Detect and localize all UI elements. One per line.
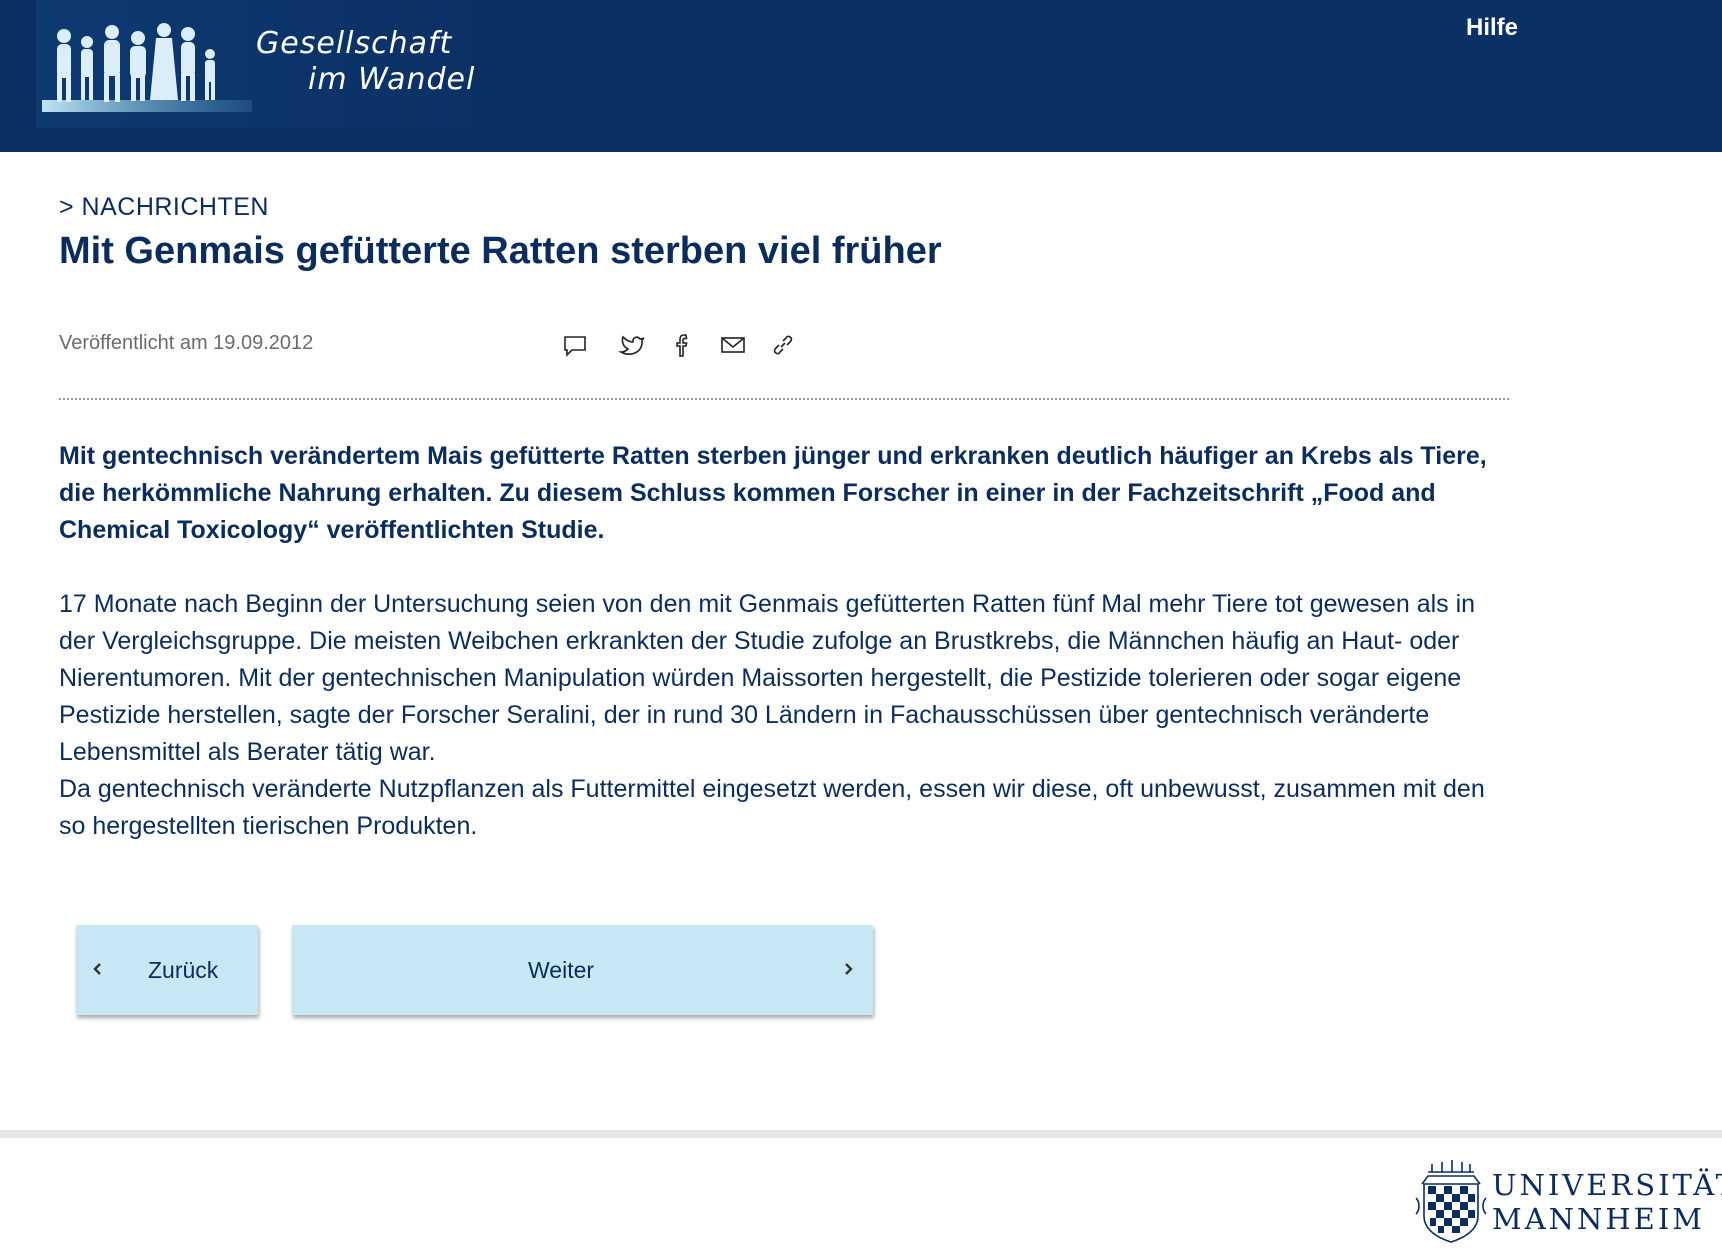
site-logo[interactable]: Gesellschaft im Wandel — [36, 0, 496, 128]
article-paragraph-1: 17 Monate nach Beginn der Untersuchung s… — [59, 590, 1476, 766]
next-button-label: Weiter — [528, 957, 595, 983]
chevron-right-icon — [845, 963, 853, 975]
article-body: 17 Monate nach Beginn der Untersuchung s… — [59, 586, 1509, 845]
university-name-line1: UNIVERSITÄT — [1492, 1168, 1722, 1202]
article-paragraph-2: Da gentechnisch veränderte Nutzpflanzen … — [59, 775, 1485, 840]
twitter-icon[interactable] — [618, 330, 648, 360]
logo-text-line1: Gesellschaft — [256, 26, 453, 61]
link-icon[interactable] — [768, 330, 798, 360]
university-logo[interactable]: UNIVERSITÄT MANNHEIM — [1412, 1158, 1722, 1246]
back-button-label: Zurück — [148, 957, 219, 983]
chevron-left-icon — [93, 963, 101, 975]
page-title: Mit Genmais gefütterte Ratten sterben vi… — [59, 230, 942, 272]
published-date: Veröffentlicht am 19.09.2012 — [59, 332, 314, 354]
mail-icon[interactable] — [718, 330, 748, 360]
back-button[interactable]: Zurück — [76, 925, 258, 1015]
comment-icon[interactable] — [560, 330, 590, 360]
article-lead: Mit gentechnisch verändertem Mais gefütt… — [59, 442, 1487, 544]
help-link[interactable]: Hilfe — [1466, 14, 1518, 42]
footer-separator — [0, 1130, 1722, 1138]
facebook-icon[interactable] — [668, 330, 698, 360]
people-silhouettes-icon — [42, 23, 252, 112]
logo-text-line2: im Wandel — [308, 62, 476, 97]
university-crest-icon — [1415, 1160, 1487, 1243]
site-header: Gesellschaft im Wandel Hilfe — [0, 0, 1722, 152]
breadcrumb[interactable]: > NACHRICHTEN — [59, 193, 269, 222]
divider — [59, 398, 1509, 400]
university-name-line2: MANNHEIM — [1492, 1202, 1705, 1236]
next-button[interactable]: Weiter — [292, 925, 873, 1015]
